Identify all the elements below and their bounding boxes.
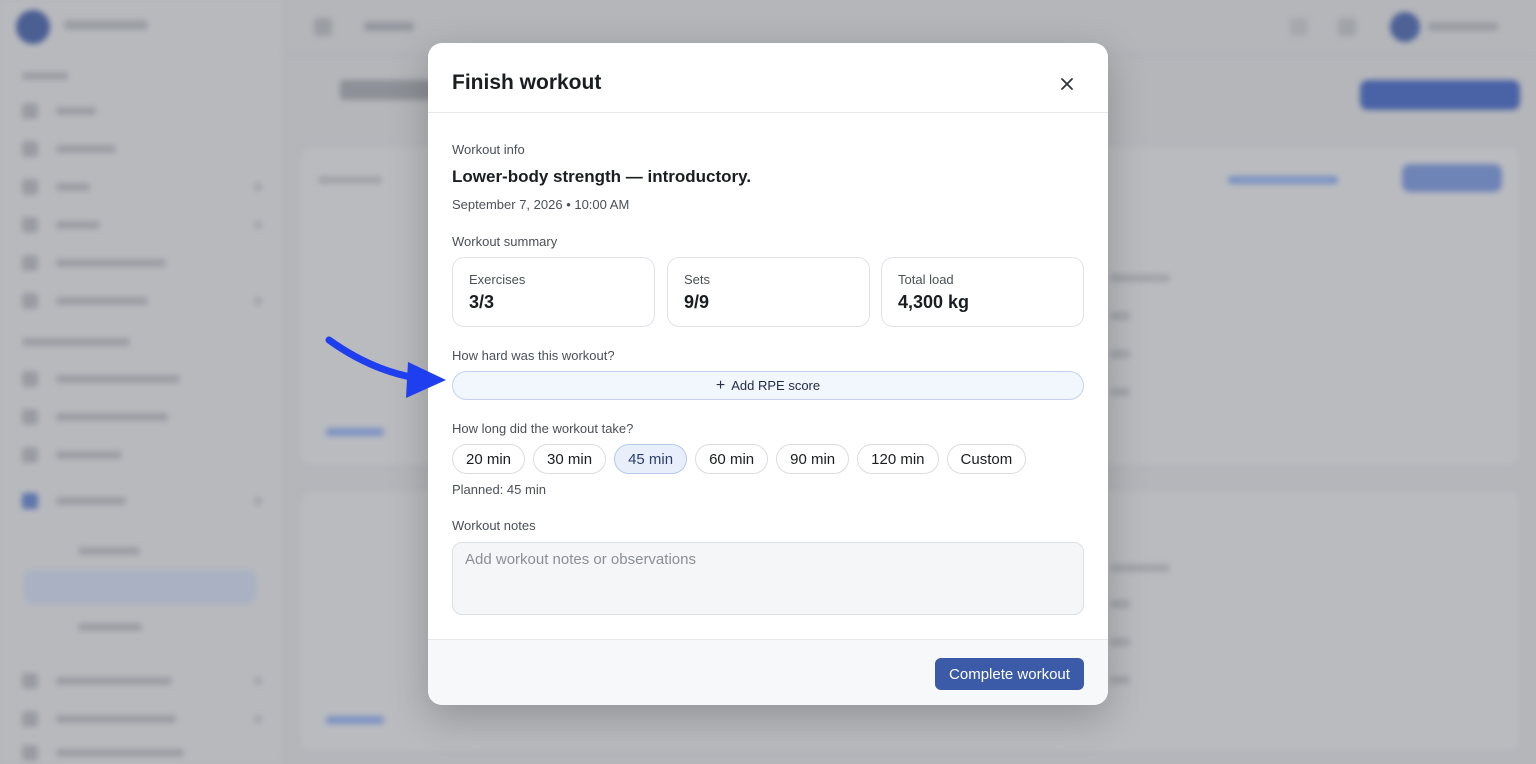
duration-chip-custom[interactable]: Custom [946, 444, 1027, 474]
summary-value: 9/9 [684, 292, 710, 312]
page-primary-button[interactable] [1360, 80, 1520, 110]
workout-notes-field[interactable] [452, 542, 1084, 615]
plus-icon: + [715, 376, 726, 394]
complete-workout-button[interactable]: Complete workout [935, 658, 1084, 690]
sidebar-item[interactable] [22, 100, 262, 122]
summary-label: Total load [898, 272, 954, 287]
sidebar-item[interactable] [22, 214, 262, 236]
duration-chip-20[interactable]: 20 min [452, 444, 526, 474]
bg-text [1110, 564, 1170, 572]
bg-text [1110, 676, 1130, 684]
sidebar-item[interactable] [22, 368, 262, 390]
sidebar-item[interactable] [22, 252, 262, 274]
close-button[interactable] [1056, 73, 1078, 95]
sidebar-heading [22, 338, 130, 346]
summary-card-sets: Sets 9/9 [667, 257, 870, 327]
bg-text [1110, 388, 1130, 396]
summary-card-total-load: Total load 4,300 kg [881, 257, 1084, 327]
sidebar-toggle-icon[interactable] [314, 18, 332, 36]
bg-text [1110, 312, 1130, 320]
workout-info-label: Workout info [452, 142, 525, 157]
sidebar-heading [22, 72, 68, 80]
planned-duration: Planned: 45 min [452, 482, 546, 497]
bg-text [1110, 600, 1130, 608]
add-rpe-score-button[interactable]: + Add RPE score [452, 371, 1084, 400]
user-menu[interactable] [1428, 22, 1498, 31]
sidebar-item[interactable] [22, 444, 262, 466]
workout-name: Lower-body strength — introductory. [452, 167, 752, 186]
sidebar-item[interactable] [22, 290, 262, 312]
app-name-placeholder [64, 20, 148, 30]
sidebar-item[interactable] [22, 670, 262, 692]
sidebar-item[interactable] [22, 138, 262, 160]
add-rpe-score-label: Add RPE score [731, 378, 821, 393]
rpe-question: How hard was this workout? [452, 348, 615, 363]
close-icon [1061, 78, 1073, 90]
duration-question: How long did the workout take? [452, 421, 634, 436]
summary-card-exercises: Exercises 3/3 [452, 257, 655, 327]
workout-summary-label: Workout summary [452, 234, 558, 249]
duration-options: 20 min 30 min 45 min 60 min 90 min 120 m… [452, 444, 1027, 474]
duration-chip-120[interactable]: 120 min [857, 444, 939, 474]
sidebar-subitem[interactable] [22, 616, 262, 638]
duration-chip-45-selected[interactable]: 45 min [614, 444, 688, 474]
sidebar-subitem[interactable] [22, 540, 262, 562]
notifications-icon[interactable] [1338, 18, 1356, 36]
workout-notes-label: Workout notes [452, 518, 536, 533]
sidebar-item[interactable] [22, 406, 262, 428]
sidebar-item[interactable] [22, 742, 262, 764]
finish-workout-modal: Finish workout Workout info Lower-body s… [428, 43, 1108, 705]
duration-chip-30[interactable]: 30 min [533, 444, 607, 474]
bg-text [318, 176, 382, 184]
summary-value: 3/3 [469, 292, 495, 312]
summary-label: Exercises [469, 272, 526, 287]
bg-button[interactable] [1402, 164, 1502, 192]
help-icon[interactable] [1290, 18, 1308, 36]
sidebar-item[interactable] [22, 708, 262, 730]
duration-chip-60[interactable]: 60 min [695, 444, 769, 474]
sidebar-item[interactable] [22, 490, 262, 512]
workout-datetime: September 7, 2026 • 10:00 AM [452, 197, 630, 212]
duration-chip-90[interactable]: 90 min [776, 444, 850, 474]
arrow-pointer-icon [325, 336, 446, 398]
bg-text [1110, 350, 1130, 358]
summary-label: Sets [684, 272, 711, 287]
sidebar-item[interactable] [22, 176, 262, 198]
modal-footer: Complete workout [428, 639, 1108, 705]
bg-text [1110, 274, 1170, 282]
summary-value: 4,300 kg [898, 292, 970, 312]
app-logo [16, 10, 50, 44]
breadcrumb [364, 22, 414, 31]
avatar[interactable] [1390, 12, 1420, 42]
bg-link[interactable] [326, 716, 384, 724]
sidebar-active-subitem[interactable] [24, 570, 256, 604]
bg-link[interactable] [1228, 176, 1338, 184]
sidebar [0, 0, 284, 764]
modal-title: Finish workout [452, 71, 602, 94]
modal-header: Finish workout [428, 43, 1108, 113]
bg-link[interactable] [326, 428, 384, 436]
bg-text [1110, 638, 1130, 646]
